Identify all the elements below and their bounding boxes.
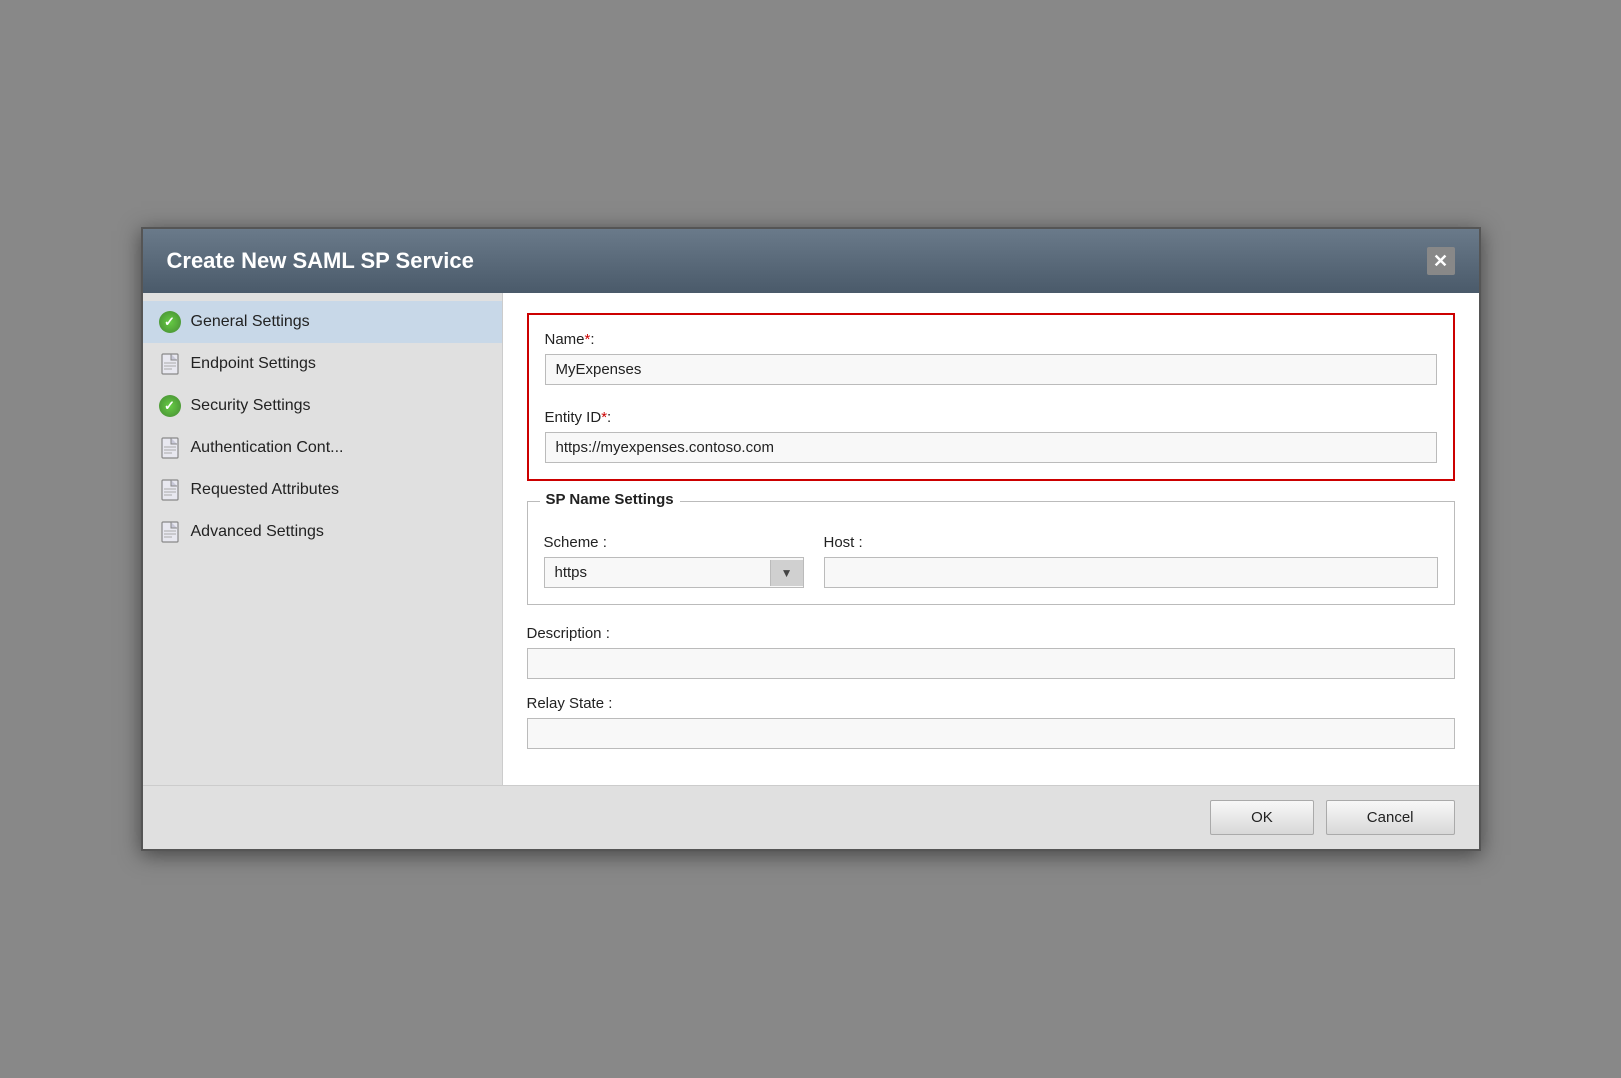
entity-id-input[interactable] [545,432,1437,463]
description-label: Description : [527,625,1455,642]
name-input[interactable] [545,354,1437,385]
page-icon [159,521,181,543]
relay-state-section: Relay State : [527,695,1455,749]
scheme-label: Scheme : [544,534,804,551]
dialog-footer: OK Cancel [143,785,1479,849]
sidebar-item-general-settings[interactable]: ✓ General Settings [143,301,502,343]
dialog-body: ✓ General Settings Endpoint Settings [143,293,1479,785]
relay-state-input[interactable] [527,718,1455,749]
chevron-down-icon: ▼ [770,560,803,586]
main-content: Name*: Entity ID*: SP Name Settings Sche… [503,293,1479,785]
host-label: Host : [824,534,1438,551]
sp-name-settings-section: SP Name Settings Scheme : https http ▼ [527,501,1455,605]
dialog: Create New SAML SP Service ✕ ✓ General S… [141,227,1481,851]
scheme-select-wrap[interactable]: https http ▼ [544,557,804,588]
sidebar-item-label: Security Settings [191,397,311,415]
page-icon [159,479,181,501]
sidebar-item-requested-attributes[interactable]: Requested Attributes [143,469,502,511]
sidebar-item-label: Requested Attributes [191,481,340,499]
host-input[interactable] [824,557,1438,588]
cancel-button[interactable]: Cancel [1326,800,1455,835]
host-column: Host : [824,534,1438,588]
green-check-icon: ✓ [159,395,181,417]
description-section: Description : [527,625,1455,679]
sidebar-item-label: General Settings [191,313,310,331]
description-input[interactable] [527,648,1455,679]
sidebar: ✓ General Settings Endpoint Settings [143,293,503,785]
sp-name-settings-legend: SP Name Settings [540,491,680,508]
name-label: Name*: [545,331,1437,348]
close-button[interactable]: ✕ [1427,247,1455,275]
sidebar-item-endpoint-settings[interactable]: Endpoint Settings [143,343,502,385]
green-check-icon: ✓ [159,311,181,333]
name-entity-highlight-box: Name*: Entity ID*: [527,313,1455,481]
sidebar-item-authentication-cont[interactable]: Authentication Cont... [143,427,502,469]
page-icon [159,437,181,459]
relay-state-label: Relay State : [527,695,1455,712]
ok-button[interactable]: OK [1210,800,1314,835]
sidebar-item-label: Endpoint Settings [191,355,316,373]
scheme-select[interactable]: https http [545,558,770,587]
scheme-column: Scheme : https http ▼ [544,534,804,588]
sidebar-item-label: Authentication Cont... [191,439,344,457]
dialog-header: Create New SAML SP Service ✕ [143,229,1479,293]
sidebar-item-label: Advanced Settings [191,523,324,541]
page-icon [159,353,181,375]
sidebar-item-security-settings[interactable]: ✓ Security Settings [143,385,502,427]
entity-id-label: Entity ID*: [545,409,1437,426]
dialog-title: Create New SAML SP Service [167,248,474,274]
sidebar-item-advanced-settings[interactable]: Advanced Settings [143,511,502,553]
